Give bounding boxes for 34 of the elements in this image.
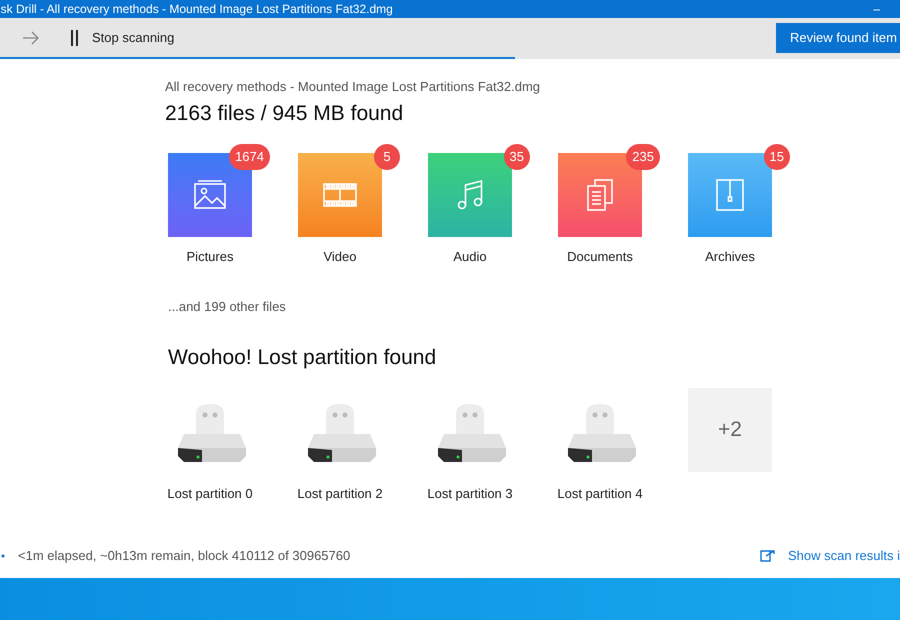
forward-arrow-icon[interactable] <box>22 30 40 44</box>
scan-subtitle: All recovery methods - Mounted Image Lost Partitions Fat32.dmg <box>165 78 542 96</box>
category-tile[interactable]: 235 Documents <box>535 143 665 266</box>
review-found-items-button[interactable]: Review found item <box>776 22 900 52</box>
partition-item[interactable]: Lost partition 3 <box>405 388 535 503</box>
window-title: isk Drill - All recovery methods - Mounted Image Lost Partitions Fat32.dmg <box>0 1 393 18</box>
category-label: Documents <box>567 248 633 266</box>
other-files-text: ...and 199 other files <box>168 298 287 316</box>
category-tile[interactable]: 15 Archives <box>665 143 795 266</box>
category-tile[interactable]: 1674 Pictures <box>145 143 275 266</box>
minimize-button[interactable]: – <box>873 3 900 15</box>
found-heading: 2163 files / 945 MB found <box>165 100 404 126</box>
category-label: Pictures <box>186 248 234 266</box>
stop-scanning-button[interactable]: Stop scanning <box>92 28 174 48</box>
category-label: Video <box>323 248 356 266</box>
partition-heading: Woohoo! Lost partition found <box>168 345 438 371</box>
count-badge: 35 <box>504 144 530 170</box>
category-label: Audio <box>453 248 487 266</box>
more-partitions-button[interactable]: +2 <box>688 388 772 472</box>
export-icon[interactable] <box>760 550 776 562</box>
count-badge: 1674 <box>229 144 270 170</box>
count-badge: 5 <box>374 144 400 170</box>
status-dot-icon <box>1 554 5 558</box>
pause-icon[interactable] <box>70 30 80 46</box>
category-tile[interactable]: 35 Audio <box>405 143 535 266</box>
partition-item[interactable]: Lost partition 0 <box>145 388 275 503</box>
count-badge: 15 <box>764 144 790 170</box>
category-label: Archives <box>705 248 755 266</box>
category-tile[interactable]: 5 Video <box>275 143 405 266</box>
count-badge: 235 <box>626 144 660 170</box>
partition-item[interactable]: Lost partition 4 <box>535 388 665 503</box>
show-scan-results-link[interactable]: Show scan results i <box>788 546 900 566</box>
partition-item[interactable]: Lost partition 2 <box>275 388 405 503</box>
status-text: <1m elapsed, ~0h13m remain, block 410112 of 30965760 <box>18 547 350 566</box>
